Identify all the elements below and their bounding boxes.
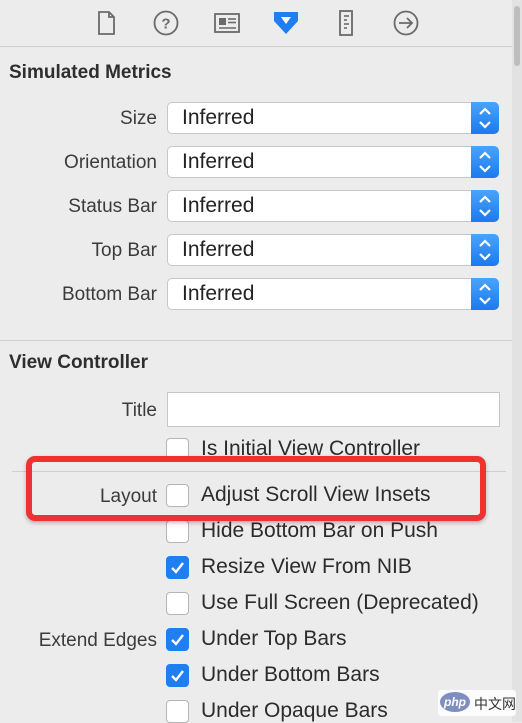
popup-stepper-icon (471, 190, 499, 222)
section-divider (0, 340, 512, 341)
under-opaque-bars-checkbox[interactable] (166, 700, 189, 723)
status-bar-popup[interactable]: Inferred (167, 190, 499, 222)
inspector-toolbar: ? (0, 0, 522, 47)
under-bottom-bars-checkbox[interactable] (166, 664, 189, 687)
checkmark-icon (171, 670, 184, 682)
scrollbar-thumb[interactable] (514, 6, 520, 66)
status-bar-label: Status Bar (68, 196, 157, 217)
resize-nib-checkbox[interactable] (166, 556, 189, 579)
attributes-inspector-icon[interactable] (271, 8, 301, 38)
top-bar-label: Top Bar (91, 240, 157, 261)
hide-bottom-bar-checkbox[interactable] (166, 520, 189, 543)
quick-help-icon[interactable]: ? (151, 8, 181, 38)
orientation-popup[interactable]: Inferred (167, 146, 499, 178)
size-popup[interactable]: Inferred (167, 102, 499, 134)
file-inspector-icon[interactable] (91, 8, 121, 38)
top-bar-popup-value: Inferred (182, 238, 255, 261)
size-popup-value: Inferred (182, 106, 255, 129)
watermark-text: 中文网 (474, 697, 516, 713)
top-bar-popup[interactable]: Inferred (167, 234, 499, 266)
view-controller-header: View Controller (9, 352, 149, 373)
simulated-metrics-header: Simulated Metrics (9, 62, 172, 83)
svg-text:?: ? (161, 16, 170, 33)
full-screen-label: Use Full Screen (Deprecated) (201, 591, 479, 614)
under-bottom-bars-label: Under Bottom Bars (201, 663, 380, 686)
popup-stepper-icon (471, 102, 499, 134)
full-screen-checkbox[interactable] (166, 592, 189, 615)
bottom-bar-label: Bottom Bar (61, 284, 157, 305)
popup-stepper-icon (471, 146, 499, 178)
resize-nib-label: Resize View From NIB (201, 555, 412, 578)
orientation-label: Orientation (64, 152, 157, 173)
orientation-popup-value: Inferred (182, 150, 255, 173)
identity-inspector-icon[interactable] (212, 8, 242, 38)
popup-stepper-icon (471, 278, 499, 310)
title-field[interactable] (167, 392, 500, 427)
checkmark-icon (171, 634, 184, 646)
size-inspector-icon[interactable] (331, 8, 361, 38)
title-label: Title (121, 400, 157, 421)
hide-bottom-bar-label: Hide Bottom Bar on Push (201, 519, 438, 542)
checkmark-icon (171, 562, 184, 574)
under-top-bars-label: Under Top Bars (201, 627, 347, 650)
bottom-bar-popup-value: Inferred (182, 282, 255, 305)
bottom-bar-popup[interactable]: Inferred (167, 278, 499, 310)
under-top-bars-checkbox[interactable] (166, 628, 189, 651)
extend-edges-label: Extend Edges (38, 630, 157, 651)
status-bar-popup-value: Inferred (182, 194, 255, 217)
under-opaque-bars-label: Under Opaque Bars (201, 699, 388, 722)
highlight-annotation (26, 456, 486, 521)
watermark: php 中文网 (438, 690, 516, 716)
connections-inspector-icon[interactable] (391, 8, 421, 38)
popup-stepper-icon (471, 234, 499, 266)
size-label: Size (120, 108, 157, 129)
scrollbar[interactable] (512, 0, 522, 722)
watermark-logo: php (440, 692, 470, 712)
